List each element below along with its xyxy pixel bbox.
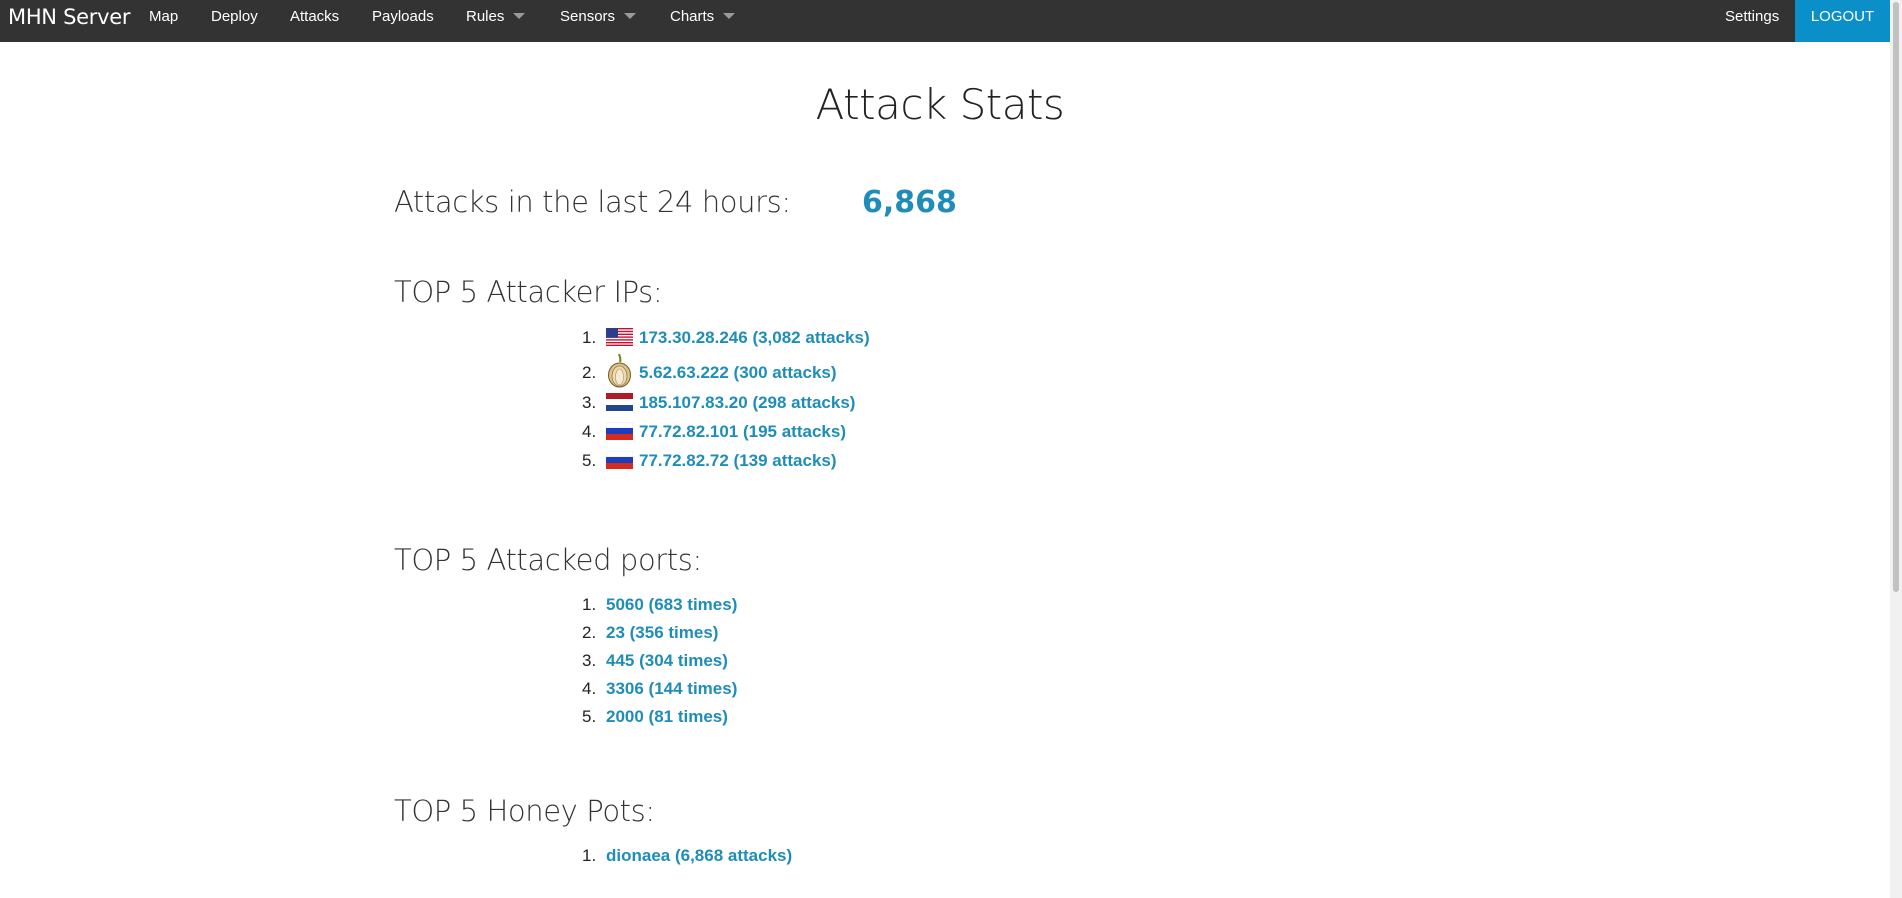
attacks-24h-label: Attacks in the last 24 hours: [394, 185, 791, 219]
list-number: 3. [582, 651, 597, 670]
list-number: 1. [582, 328, 597, 347]
list-number: 4. [582, 679, 597, 698]
port-link[interactable]: 445 (304 times) [606, 651, 728, 670]
nav-charts-dropdown[interactable]: Charts [670, 0, 736, 42]
nl-flag-icon [606, 393, 633, 411]
ru-flag-icon [606, 451, 633, 469]
list-number: 4. [582, 422, 597, 441]
caret-down-icon [513, 13, 526, 20]
list-item: 4. 3306 (144 times) [582, 675, 737, 703]
list-item: 4. 77.72.82.101 (195 attacks) [582, 417, 870, 446]
nav-charts-label: Charts [670, 8, 715, 25]
nav-map[interactable]: Map [149, 0, 178, 42]
attacker-ips-heading: TOP 5 Attacker IPs: [394, 275, 663, 309]
brand-logo[interactable]: MHN Server [8, 0, 130, 42]
list-number: 2. [582, 363, 597, 382]
list-item: 5. 77.72.82.72 (139 attacks) [582, 446, 870, 475]
list-item: 2. 23 (356 times) [582, 619, 737, 647]
list-item: 1. dionaea (6,868 attacks) [582, 842, 792, 870]
nav-rules-dropdown[interactable]: Rules [466, 0, 526, 42]
vertical-scrollbar[interactable] [1890, 0, 1902, 898]
list-item: 3. 445 (304 times) [582, 647, 737, 675]
attacked-ports-list: 1. 5060 (683 times) 2. 23 (356 times) 3. 44… [582, 591, 737, 731]
list-number: 3. [582, 393, 597, 412]
nav-deploy[interactable]: Deploy [211, 0, 258, 42]
tor-onion-icon [608, 353, 631, 388]
list-item: 3. 185.107.83.20 (298 attacks) [582, 388, 870, 417]
attacker-ip-link[interactable]: 5.62.63.222 (300 attacks) [639, 363, 837, 382]
attacker-ip-link[interactable]: 173.30.28.246 (3,082 attacks) [639, 328, 870, 347]
honey-pots-heading: TOP 5 Honey Pots: [394, 794, 655, 828]
attacks-24h-count: 6,868 [862, 185, 957, 220]
port-link[interactable]: 3306 (144 times) [606, 679, 737, 698]
nav-sensors-label: Sensors [560, 8, 616, 25]
nav-rules-label: Rules [466, 8, 505, 25]
honeypot-link[interactable]: dionaea (6,868 attacks) [606, 846, 792, 865]
logout-button[interactable]: LOGOUT [1795, 0, 1890, 42]
list-number: 5. [582, 707, 597, 726]
list-number: 1. [582, 595, 597, 614]
us-flag-icon [606, 328, 633, 346]
attacker-ip-link[interactable]: 77.72.82.72 (139 attacks) [639, 451, 837, 470]
ru-flag-icon [606, 422, 633, 440]
attacker-ip-link[interactable]: 77.72.82.101 (195 attacks) [639, 422, 846, 441]
list-item: 1. 173.30.28.246 (3,082 attacks) [582, 323, 870, 352]
attacked-ports-heading: TOP 5 Attacked ports: [394, 543, 702, 577]
list-item: 5. 2000 (81 times) [582, 703, 737, 731]
page-title: Attack Stats [815, 80, 1065, 129]
list-number: 5. [582, 451, 597, 470]
port-link[interactable]: 23 (356 times) [606, 623, 718, 642]
honey-pots-list: 1. dionaea (6,868 attacks) [582, 842, 792, 870]
nav-payloads[interactable]: Payloads [372, 0, 434, 42]
caret-down-icon [624, 13, 637, 20]
nav-sensors-dropdown[interactable]: Sensors [560, 0, 637, 42]
top-navbar: MHN Server Map Deploy Attacks Payloads R… [0, 0, 1890, 42]
port-link[interactable]: 2000 (81 times) [606, 707, 728, 726]
scrollbar-thumb[interactable] [1893, 2, 1899, 592]
list-item: 1. 5060 (683 times) [582, 591, 737, 619]
attacker-ips-list: 1. 173.30.28.246 (3,082 attacks) 2. 5.62… [582, 323, 870, 475]
list-number: 1. [582, 846, 597, 865]
nav-settings[interactable]: Settings [1725, 0, 1779, 42]
list-number: 2. [582, 623, 597, 642]
nav-attacks[interactable]: Attacks [290, 0, 339, 42]
caret-down-icon [723, 13, 736, 20]
list-item: 2. 5.62.63.222 (300 attacks) [582, 352, 870, 388]
attacker-ip-link[interactable]: 185.107.83.20 (298 attacks) [639, 393, 855, 412]
port-link[interactable]: 5060 (683 times) [606, 595, 737, 614]
